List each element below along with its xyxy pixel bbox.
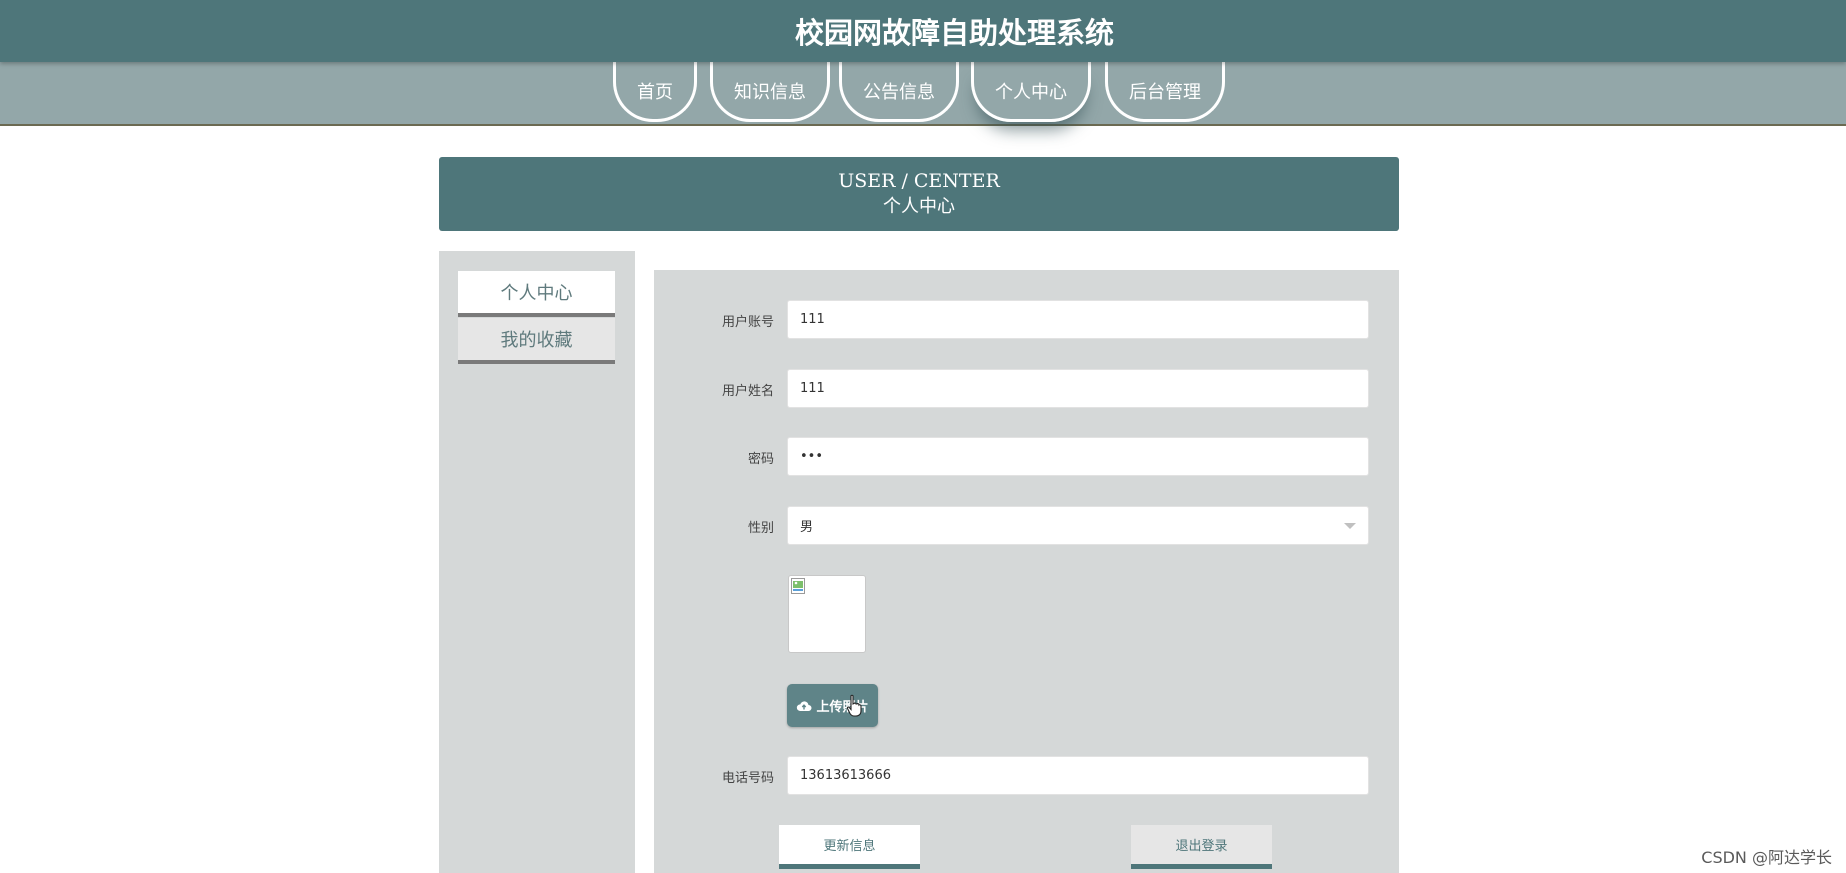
- nav-item-label: 公告信息: [863, 81, 935, 103]
- sidebar: 个人中心 我的收藏: [439, 251, 635, 873]
- username-label: 用户账号: [721, 315, 774, 330]
- password-value: •••: [800, 449, 824, 464]
- gender-label: 性别: [747, 521, 774, 536]
- sidebar-item-label: 我的收藏: [500, 330, 573, 351]
- update-info-button[interactable]: 更新信息: [779, 825, 920, 869]
- logout-button[interactable]: 退出登录: [1131, 825, 1272, 869]
- user-center-banner: USER / CENTER 个人中心: [439, 157, 1399, 231]
- name-value: 111: [800, 381, 825, 396]
- username-input[interactable]: 111: [787, 300, 1369, 339]
- profile-form-panel: 用户账号 111 用户姓名 111 密码 ••• 性别 男 上传照片 电话号码 …: [654, 270, 1399, 873]
- cloud-upload-icon: [797, 700, 812, 711]
- gender-value: 男: [800, 520, 814, 535]
- nav-item-announcements[interactable]: 公告信息: [839, 62, 959, 122]
- nav-item-label: 后台管理: [1129, 81, 1201, 103]
- site-title: 校园网故障自助处理系统: [794, 16, 1114, 50]
- nav-menu: 首页 知识信息 公告信息 个人中心 后台管理: [0, 62, 1846, 124]
- password-label: 密码: [747, 452, 774, 467]
- name-label: 用户姓名: [721, 384, 774, 399]
- banner-english-title: USER / CENTER: [838, 170, 1000, 192]
- update-info-label: 更新信息: [823, 839, 876, 854]
- gender-select[interactable]: 男: [787, 506, 1369, 545]
- phone-input[interactable]: 13613613666: [787, 756, 1369, 795]
- name-input[interactable]: 111: [787, 369, 1369, 408]
- password-input[interactable]: •••: [787, 437, 1369, 476]
- nav-item-knowledge[interactable]: 知识信息: [710, 62, 830, 122]
- watermark-text: CSDN @阿达学长: [1701, 848, 1832, 867]
- header-bar: 校园网故障自助处理系统: [0, 0, 1846, 62]
- mouse-cursor-icon: [846, 694, 862, 717]
- nav-item-user-center[interactable]: 个人中心: [971, 62, 1091, 122]
- broken-image-icon: [791, 578, 805, 594]
- nav-item-label: 知识信息: [734, 81, 806, 103]
- username-value: 111: [800, 312, 825, 327]
- sidebar-item-user-center[interactable]: 个人中心: [458, 271, 615, 317]
- nav-item-admin[interactable]: 后台管理: [1105, 62, 1225, 122]
- sidebar-item-favorites[interactable]: 我的收藏: [458, 318, 615, 364]
- avatar-preview: [788, 575, 866, 653]
- phone-label: 电话号码: [721, 771, 774, 786]
- banner-chinese-title: 个人中心: [883, 196, 955, 217]
- nav-bar: 首页 知识信息 公告信息 个人中心 后台管理: [0, 62, 1846, 126]
- phone-value: 13613613666: [800, 768, 891, 783]
- logout-label: 退出登录: [1175, 839, 1228, 854]
- nav-item-label: 首页: [637, 81, 673, 103]
- sidebar-item-label: 个人中心: [500, 283, 573, 304]
- nav-item-home[interactable]: 首页: [613, 62, 697, 122]
- chevron-down-icon: [1344, 523, 1356, 529]
- nav-item-label: 个人中心: [995, 81, 1067, 103]
- upload-photo-button[interactable]: 上传照片: [787, 684, 878, 727]
